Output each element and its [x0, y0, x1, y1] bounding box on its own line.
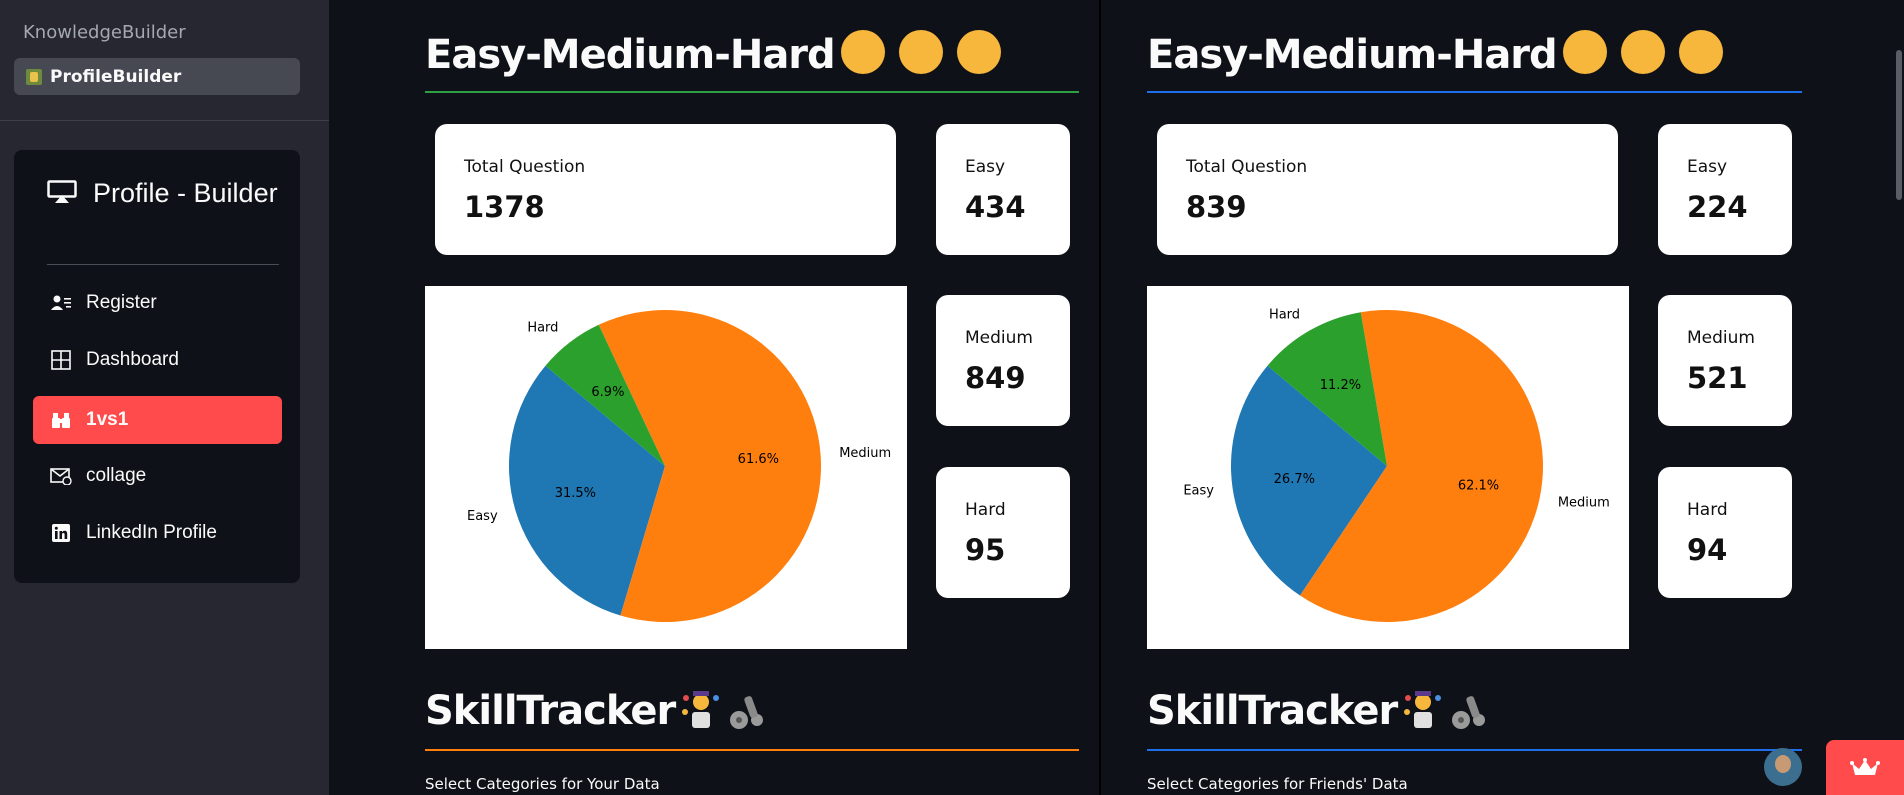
left-select-label: Select Categories for Your Data: [425, 775, 660, 793]
left-skill-heading-text: SkillTracker: [425, 688, 676, 734]
mechanical-arm-icon: [1452, 696, 1486, 729]
easy-label: Easy: [965, 157, 1006, 177]
anxious-sweat-face-icon: [956, 30, 1001, 74]
person-lines-icon: [50, 293, 72, 313]
right-skill-rule: [1147, 749, 1802, 751]
medium-value: 521: [1687, 361, 1748, 395]
right-heading-rule: [1147, 91, 1802, 93]
grid-icon: [50, 350, 72, 370]
menu-item-collage[interactable]: collage: [33, 452, 282, 500]
menu-title-text: Profile - Builder: [93, 178, 278, 208]
pie-category-label: Easy: [1183, 483, 1214, 498]
easy-value: 434: [965, 190, 1026, 224]
total-value: 839: [1186, 190, 1247, 224]
pie-category-label: Easy: [467, 509, 498, 524]
medium-value: 849: [965, 361, 1026, 395]
mechanical-arm-icon: [730, 696, 764, 729]
left-medium-card: Medium 849: [936, 295, 1070, 426]
menu-item-linkedin[interactable]: LinkedIn Profile: [33, 509, 282, 557]
option-menu: Profile - Builder Register Dashboard 1vs…: [14, 150, 300, 583]
right-total-card: Total Question 839: [1157, 124, 1618, 255]
hard-value: 94: [1687, 533, 1728, 567]
hard-label: Hard: [965, 500, 1006, 520]
pie-percent-label: 61.6%: [738, 452, 779, 467]
total-label: Total Question: [464, 157, 586, 177]
right-pie-chart: 26.7% Easy 62.1% Medium 11.2% Hard: [1147, 286, 1629, 649]
medium-label: Medium: [965, 328, 1033, 348]
right-medium-card: Medium 521: [1658, 295, 1792, 426]
left-total-card: Total Question 1378: [435, 124, 896, 255]
right-pie-svg: 26.7% Easy 62.1% Medium 11.2% Hard: [1183, 307, 1610, 622]
smiling-face-icon: [840, 30, 885, 74]
crown-icon: [1850, 757, 1880, 775]
linkedin-icon: [50, 523, 72, 543]
right-select-label: Select Categories for Friends' Data: [1147, 775, 1408, 793]
smiling-face-icon: [1562, 30, 1607, 74]
total-value: 1378: [464, 190, 545, 224]
menu-item-register[interactable]: Register: [33, 279, 282, 327]
envelope-icon: [50, 466, 72, 486]
pie-category-label: Hard: [1269, 307, 1300, 322]
juggling-person-icon: [682, 691, 720, 728]
pie-percent-label: 6.9%: [591, 385, 624, 400]
left-heading-rule: [425, 91, 1079, 93]
left-heading-text: Easy-Medium-Hard: [425, 32, 836, 78]
expressionless-face-icon: [1620, 30, 1665, 74]
app-nav-current-page[interactable]: ProfileBuilder: [14, 58, 300, 95]
anxious-sweat-face-icon: [1678, 30, 1723, 74]
hard-value: 95: [965, 533, 1006, 567]
menu-item-label: Dashboard: [86, 349, 179, 370]
profile-builder-icon: [26, 68, 42, 85]
left-heading: Easy-Medium-Hard: [425, 30, 1001, 78]
medium-label: Medium: [1687, 328, 1755, 348]
left-easy-card: Easy 434: [936, 124, 1070, 255]
airplay-icon: [47, 180, 77, 203]
column-divider: [1099, 0, 1101, 795]
right-heading: Easy-Medium-Hard: [1147, 30, 1723, 78]
right-skill-heading: SkillTracker: [1147, 688, 1489, 734]
right-easy-card: Easy 224: [1658, 124, 1792, 255]
menu-item-dashboard[interactable]: Dashboard: [33, 336, 282, 384]
easy-value: 224: [1687, 190, 1748, 224]
current-page-label: ProfileBuilder: [50, 66, 182, 87]
menu-item-label: collage: [86, 465, 147, 486]
left-hard-card: Hard 95: [936, 467, 1070, 598]
left-skill-rule: [425, 749, 1079, 751]
menu-title: Profile - Builder: [47, 172, 287, 215]
expressionless-face-icon: [898, 30, 943, 74]
menu-item-label: LinkedIn Profile: [86, 522, 217, 543]
sidebar: KnowledgeBuilder ProfileBuilder Profile …: [0, 0, 329, 795]
avatar[interactable]: [1764, 748, 1802, 786]
menu-item-1vs1[interactable]: 1vs1: [33, 396, 282, 444]
menu-separator: [47, 264, 279, 265]
easy-label: Easy: [1687, 157, 1728, 177]
pie-percent-label: 62.1%: [1458, 479, 1499, 494]
menu-item-label: Register: [86, 292, 157, 313]
pie-percent-label: 31.5%: [555, 486, 596, 501]
hard-label: Hard: [1687, 500, 1728, 520]
right-heading-text: Easy-Medium-Hard: [1147, 32, 1558, 78]
total-label: Total Question: [1186, 157, 1308, 177]
left-pie-chart: 31.5% Easy 61.6% Medium 6.9% Hard: [425, 286, 907, 649]
pie-category-label: Hard: [527, 321, 558, 336]
pie-percent-label: 26.7%: [1274, 472, 1315, 487]
pie-category-label: Medium: [839, 446, 891, 461]
pie-category-label: Medium: [1558, 496, 1610, 511]
right-hard-card: Hard 94: [1658, 467, 1792, 598]
left-pie-svg: 31.5% Easy 61.6% Medium 6.9% Hard: [467, 310, 891, 622]
juggling-person-icon: [1404, 691, 1442, 728]
page-scrollbar[interactable]: [1896, 50, 1902, 200]
app-nav-link[interactable]: KnowledgeBuilder: [23, 22, 186, 43]
right-skill-heading-text: SkillTracker: [1147, 688, 1398, 734]
pie-percent-label: 11.2%: [1320, 378, 1361, 393]
sidebar-divider: [0, 120, 329, 121]
streamlit-crown-button[interactable]: [1826, 740, 1904, 795]
menu-item-label: 1vs1: [86, 409, 129, 430]
left-skill-heading: SkillTracker: [425, 688, 767, 734]
binoculars-icon: [50, 410, 72, 430]
